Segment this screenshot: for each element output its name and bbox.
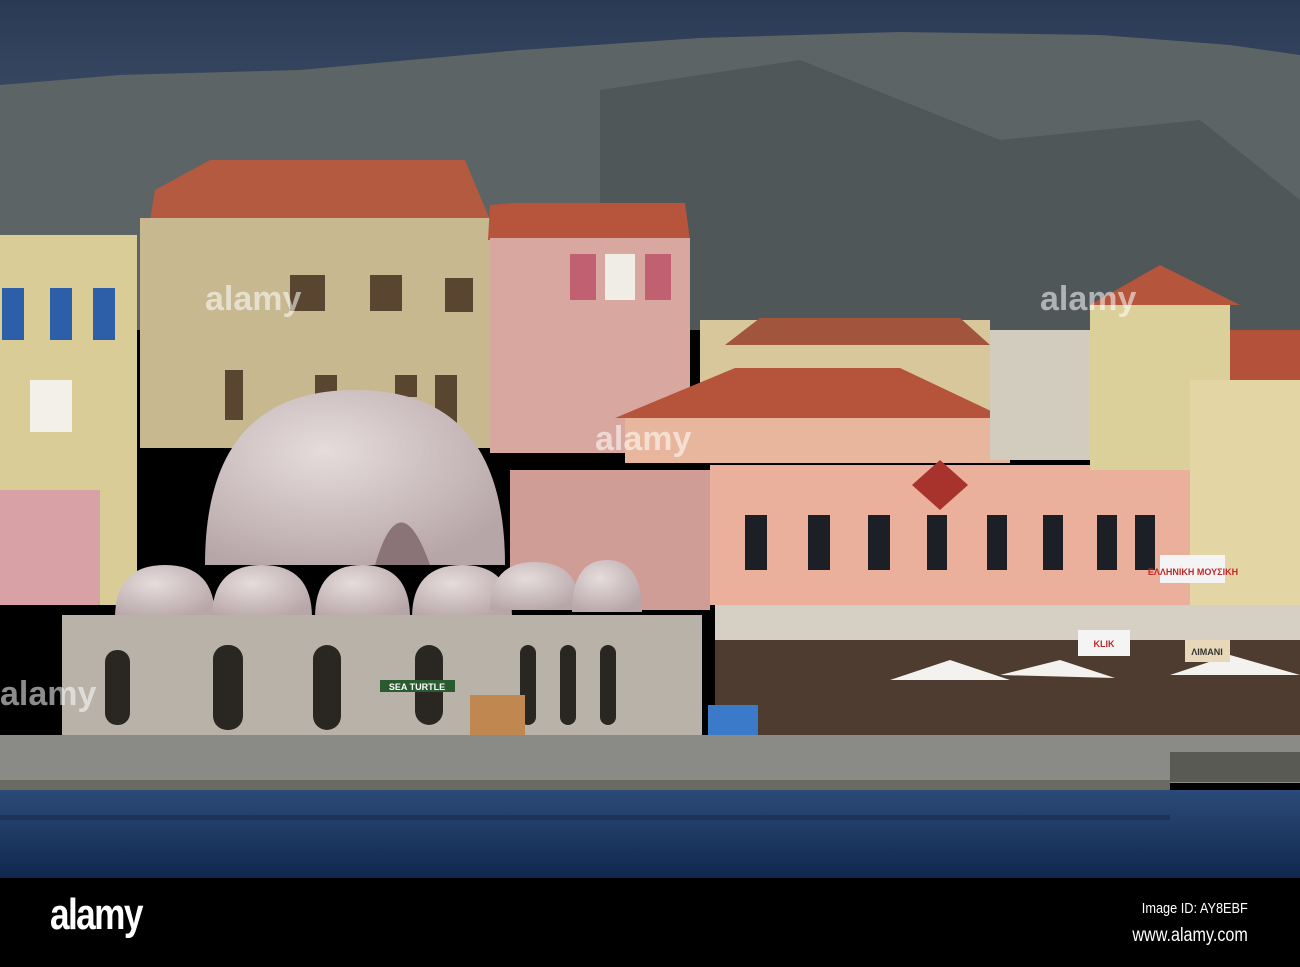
image-id: Image ID: AY8EBF [1141,900,1248,917]
sea [0,790,1300,878]
quay [0,735,1300,783]
building-pink-roof [488,203,690,240]
footer-bar: alamy Image ID: AY8EBF www.alamy.com [0,878,1300,967]
alamy-logo[interactable]: alamy [50,890,143,940]
building-pink-left [0,490,100,605]
site-url[interactable]: www.alamy.com [1133,925,1248,947]
watermark: alamy [595,420,691,458]
cafe-awning [715,605,1300,640]
sea-turtle-sign: SEA TURTLE [389,682,445,692]
klik-sign: KLIK [1094,639,1115,649]
music-sign: ΕΛΛΗΝΙΚΗ ΜΟΥΣΙΚΗ [1148,567,1238,577]
watermark: alamy [1040,280,1136,318]
stock-photo-page: ΕΛΛΗΝΙΚΗ ΜΟΥΣΙΚΗ KLIK ΛΙΜΑΝΙ SEA TURTLE … [0,0,1300,967]
watermark: alamy [0,675,96,713]
watermark: alamy [205,280,301,318]
harbour-photo: ΕΛΛΗΝΙΚΗ ΜΟΥΣΙΚΗ KLIK ΛΙΜΑΝΙ SEA TURTLE … [0,0,1300,878]
limani-sign: ΛΙΜΑΝΙ [1191,647,1223,657]
building-stone-roof [150,160,490,220]
blue-shutters [2,288,115,340]
